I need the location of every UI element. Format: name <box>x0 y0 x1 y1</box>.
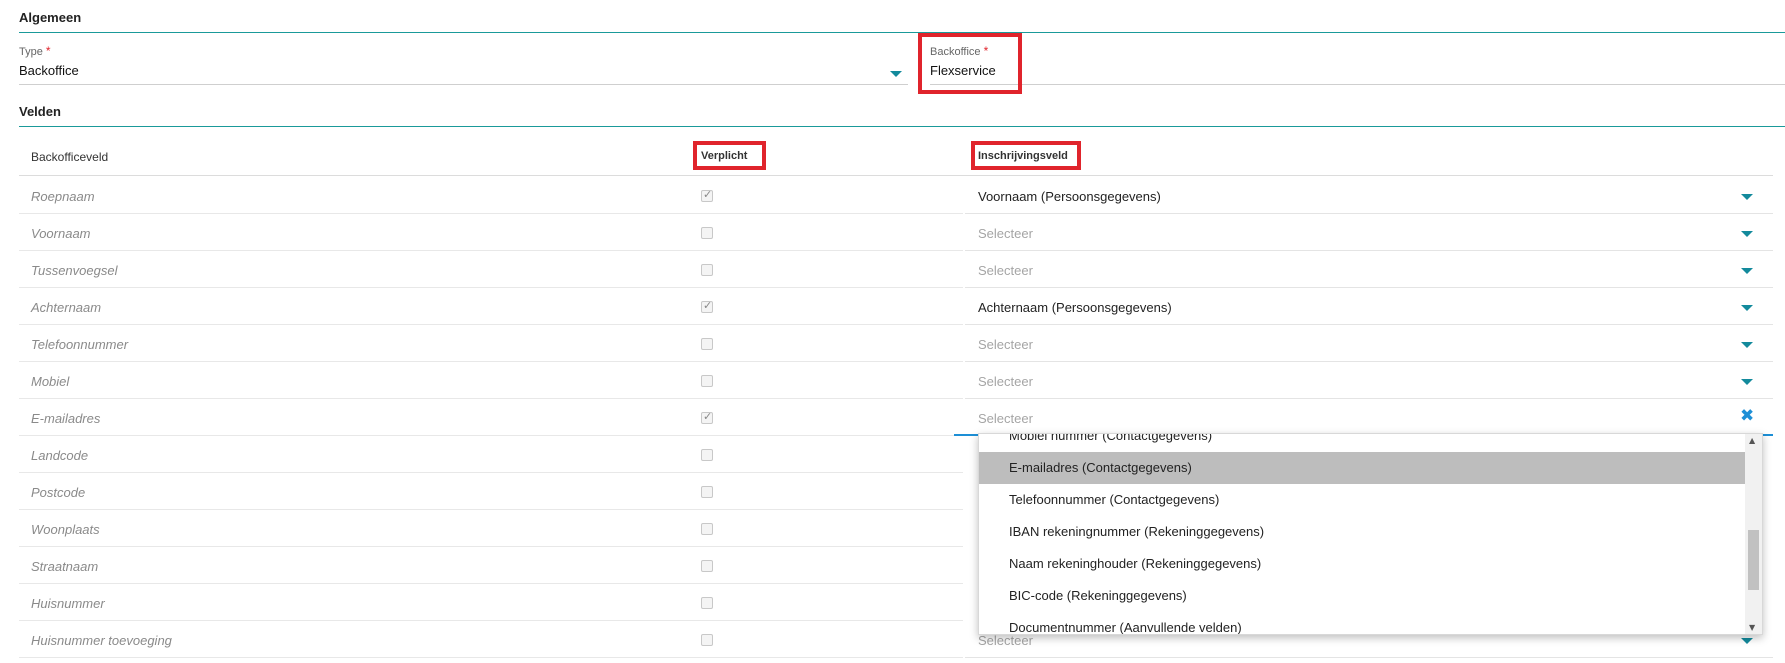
backofficeveld-name: Landcode <box>31 448 89 463</box>
verplicht-checkbox[interactable] <box>701 227 713 239</box>
verplicht-checkbox[interactable] <box>701 597 713 609</box>
inschrijvingsveld-select[interactable]: Selecteer <box>978 226 1033 241</box>
dropdown-option[interactable]: E-mailadres (Contactgegevens) <box>979 452 1746 484</box>
backoffice-field[interactable]: Backoffice * Flexservice <box>930 44 1785 85</box>
dropdown-scrollbar[interactable]: ▲ ▼ <box>1745 434 1762 634</box>
backofficeveld-name: Huisnummer toevoeging <box>31 633 172 648</box>
table-row: Achternaam Achternaam (Persoonsgegevens) <box>19 288 1773 325</box>
verplicht-checkbox[interactable] <box>701 449 713 461</box>
backofficeveld-name: Woonplaats <box>31 522 100 537</box>
section-divider <box>19 32 1785 33</box>
verplicht-checkbox[interactable] <box>701 188 713 202</box>
section-divider <box>19 126 1785 127</box>
dropdown-option[interactable]: Telefoonnummer (Contactgegevens) <box>979 484 1746 516</box>
close-icon[interactable]: ✖ <box>1740 408 1754 425</box>
inschrijvingsveld-select[interactable]: Selecteer <box>978 374 1033 389</box>
backofficeveld-name: Straatnaam <box>31 559 99 574</box>
table-row: Telefoonnummer Selecteer <box>19 325 1773 362</box>
table-header-divider <box>19 175 1773 176</box>
row-divider <box>19 657 963 658</box>
backofficeveld-name: Tussenvoegsel <box>31 263 118 278</box>
backoffice-value: Flexservice <box>930 63 996 78</box>
verplicht-checkbox[interactable] <box>701 338 713 350</box>
dropdown-option[interactable]: BIC-code (Rekeninggegevens) <box>979 580 1746 612</box>
select-underline <box>965 657 1773 658</box>
highlight-box-backoffice <box>918 33 1022 94</box>
backofficeveld-name: Telefoonnummer <box>31 337 129 352</box>
dropdown-option[interactable]: Naam rekeninghouder (Rekeninggegevens) <box>979 548 1746 580</box>
verplicht-checkbox[interactable] <box>701 560 713 572</box>
table-row: Roepnaam Voornaam (Persoonsgegevens) <box>19 177 1773 214</box>
backofficeveld-name: Voornaam <box>31 226 91 241</box>
chevron-down-icon[interactable] <box>1741 638 1753 644</box>
backofficeveld-name: Postcode <box>31 485 86 500</box>
type-label: Type * <box>19 44 51 58</box>
chevron-down-icon[interactable] <box>1741 379 1753 385</box>
highlight-box-verplicht <box>693 141 766 170</box>
type-select[interactable]: Type * Backoffice <box>19 44 908 85</box>
inschrijvingsveld-select[interactable]: Selecteer <box>978 263 1033 278</box>
verplicht-checkbox[interactable] <box>701 523 713 535</box>
verplicht-checkbox[interactable] <box>701 299 713 313</box>
verplicht-checkbox[interactable] <box>701 486 713 498</box>
section-title-algemeen: Algemeen <box>19 10 82 25</box>
column-header-backofficeveld: Backofficeveld <box>31 150 109 164</box>
backofficeveld-name: Achternaam <box>31 300 102 315</box>
table-row: Tussenvoegsel Selecteer <box>19 251 1773 288</box>
table-row: E-mailadres Selecteer ✖ <box>19 399 1773 436</box>
inschrijvingsveld-dropdown[interactable]: Mobiel nummer (Contactgegevens) E-mailadr… <box>978 433 1763 635</box>
verplicht-checkbox[interactable] <box>701 410 713 424</box>
chevron-down-icon[interactable] <box>1741 231 1753 237</box>
inschrijvingsveld-select[interactable]: Selecteer <box>978 337 1033 352</box>
inschrijvingsveld-select[interactable]: Selecteer <box>978 633 1033 648</box>
verplicht-checkbox[interactable] <box>701 264 713 276</box>
chevron-down-icon[interactable] <box>1741 194 1753 200</box>
section-title-velden: Velden <box>19 104 61 119</box>
chevron-down-icon[interactable] <box>1741 305 1753 311</box>
type-value: Backoffice <box>19 63 79 78</box>
backofficeveld-name: Roepnaam <box>31 189 95 204</box>
scroll-up-icon[interactable]: ▲ <box>1749 436 1755 445</box>
dropdown-option[interactable]: Mobiel nummer (Contactgegevens) <box>979 434 1746 452</box>
backoffice-label: Backoffice * <box>930 44 989 58</box>
verplicht-checkbox[interactable] <box>701 375 713 387</box>
chevron-down-icon[interactable] <box>1741 268 1753 274</box>
backofficeveld-name: Huisnummer <box>31 596 105 611</box>
inschrijvingsveld-select[interactable]: Achternaam (Persoonsgegevens) <box>978 300 1172 315</box>
table-row: Mobiel Selecteer <box>19 362 1773 399</box>
inschrijvingsveld-select[interactable]: Selecteer <box>978 411 1033 426</box>
scrollbar-thumb[interactable] <box>1748 530 1759 590</box>
backofficeveld-name: Mobiel <box>31 374 70 389</box>
dropdown-option[interactable]: IBAN rekeningnummer (Rekeninggegevens) <box>979 516 1746 548</box>
inschrijvingsveld-select[interactable]: Voornaam (Persoonsgegevens) <box>978 189 1161 204</box>
scroll-down-icon[interactable]: ▼ <box>1749 623 1755 632</box>
dropdown-option[interactable]: Documentnummer (Aanvullende velden) <box>979 612 1746 634</box>
verplicht-checkbox[interactable] <box>701 634 713 646</box>
table-row: Voornaam Selecteer <box>19 214 1773 251</box>
backofficeveld-name: E-mailadres <box>31 411 101 426</box>
chevron-down-icon[interactable] <box>890 71 902 77</box>
chevron-down-icon[interactable] <box>1741 342 1753 348</box>
highlight-box-inschrijvingsveld <box>971 141 1081 170</box>
